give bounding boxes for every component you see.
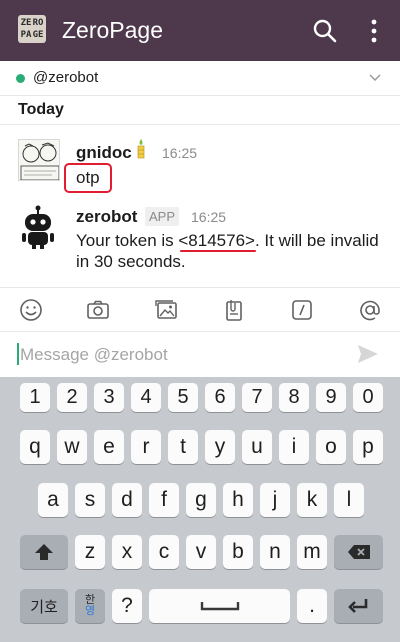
- shift-key[interactable]: [20, 535, 68, 569]
- key-t[interactable]: t: [168, 430, 198, 464]
- message-author[interactable]: gnidoc: [76, 143, 132, 163]
- composer-toolbar: [0, 287, 400, 331]
- photos-icon[interactable]: [154, 298, 178, 322]
- key-1[interactable]: 1: [20, 383, 50, 412]
- mention-icon[interactable]: [358, 298, 382, 322]
- key-0[interactable]: 0: [353, 383, 383, 412]
- message-text-line-1: Your token is <814576>. It will be inval…: [76, 231, 379, 250]
- logo-letters-2: RO: [32, 18, 44, 28]
- file-icon[interactable]: [222, 298, 246, 322]
- message-input[interactable]: [20, 343, 340, 367]
- key-4[interactable]: 4: [131, 383, 161, 412]
- key-2[interactable]: 2: [57, 383, 87, 412]
- key-c[interactable]: c: [149, 535, 179, 569]
- shift-arrow-icon: [35, 544, 53, 560]
- message-time: 16:25: [191, 209, 227, 225]
- key-b[interactable]: b: [223, 535, 253, 569]
- key-8[interactable]: 8: [279, 383, 309, 412]
- presence-dot: [16, 74, 25, 83]
- key-y[interactable]: y: [205, 430, 235, 464]
- question-mark-key[interactable]: ?: [112, 589, 142, 623]
- chevron-down-icon[interactable]: [368, 71, 382, 85]
- key-v[interactable]: v: [186, 535, 216, 569]
- backspace-icon: [347, 545, 370, 559]
- text-caret: [17, 343, 19, 365]
- key-x[interactable]: x: [112, 535, 142, 569]
- day-divider: Today: [18, 101, 64, 118]
- key-5[interactable]: 5: [168, 383, 198, 412]
- key-j[interactable]: j: [260, 483, 290, 517]
- divider-line: [0, 124, 400, 125]
- key-p[interactable]: p: [353, 430, 383, 464]
- language-toggle-english: 영: [84, 605, 96, 617]
- key-n[interactable]: n: [260, 535, 290, 569]
- avatar-sketch-icon: [20, 142, 59, 180]
- key-r[interactable]: r: [131, 430, 161, 464]
- key-s[interactable]: s: [75, 483, 105, 517]
- enter-icon: [347, 599, 367, 613]
- app-badge: APP: [145, 207, 180, 226]
- key-z[interactable]: z: [75, 535, 105, 569]
- highlight-underline: [180, 250, 256, 252]
- key-h[interactable]: h: [223, 483, 253, 517]
- emoji-icon[interactable]: [19, 298, 43, 322]
- key-e[interactable]: e: [94, 430, 124, 464]
- channel-name: @zerobot: [33, 69, 99, 86]
- search-icon[interactable]: [312, 18, 338, 44]
- key-d[interactable]: d: [112, 483, 142, 517]
- camera-icon[interactable]: [86, 298, 110, 322]
- key-q[interactable]: q: [20, 430, 50, 464]
- symbols-key[interactable]: 기호: [20, 589, 68, 623]
- period-key[interactable]: .: [297, 589, 327, 623]
- space-key[interactable]: [149, 589, 290, 623]
- message-author[interactable]: zerobot: [76, 207, 137, 227]
- key-o[interactable]: o: [316, 430, 346, 464]
- key-i[interactable]: i: [279, 430, 309, 464]
- space-bar-icon: [200, 602, 239, 611]
- key-l[interactable]: l: [334, 483, 364, 517]
- app-bar: ZE RO PA GE ZeroPage: [0, 0, 400, 61]
- key-7[interactable]: 7: [242, 383, 272, 412]
- key-w[interactable]: w: [57, 430, 87, 464]
- avatar[interactable]: [18, 139, 60, 181]
- more-options-icon[interactable]: [364, 18, 384, 44]
- message-text: otp: [76, 168, 100, 187]
- key-3[interactable]: 3: [94, 383, 124, 412]
- on-screen-keyboard: 1 2 3 4 5 6 7 8 9 0 q w e r t y u i o p …: [0, 377, 400, 642]
- message-text-line-2: in 30 seconds.: [76, 252, 186, 271]
- key-u[interactable]: u: [242, 430, 272, 464]
- logo-letters-1: ZE: [20, 18, 32, 28]
- logo-letters-3: PA: [20, 30, 32, 40]
- key-6[interactable]: 6: [205, 383, 235, 412]
- key-9[interactable]: 9: [316, 383, 346, 412]
- language-toggle-key[interactable]: 한 영: [75, 589, 105, 623]
- enter-key[interactable]: [334, 589, 383, 623]
- slash-command-icon[interactable]: [290, 298, 314, 322]
- key-g[interactable]: g: [186, 483, 216, 517]
- key-f[interactable]: f: [149, 483, 179, 517]
- key-m[interactable]: m: [297, 535, 327, 569]
- logo-letters-4: GE: [32, 30, 44, 40]
- app-title: ZeroPage: [62, 17, 164, 43]
- robot-avatar-icon[interactable]: [18, 205, 58, 249]
- channel-header[interactable]: @zerobot: [0, 61, 400, 96]
- message-time: 16:25: [162, 145, 198, 161]
- workspace-logo[interactable]: ZE RO PA GE: [18, 15, 46, 43]
- key-k[interactable]: k: [297, 483, 327, 517]
- candle-icon: [137, 139, 145, 159]
- backspace-key[interactable]: [334, 535, 383, 569]
- send-icon[interactable]: [356, 343, 380, 365]
- key-a[interactable]: a: [38, 483, 68, 517]
